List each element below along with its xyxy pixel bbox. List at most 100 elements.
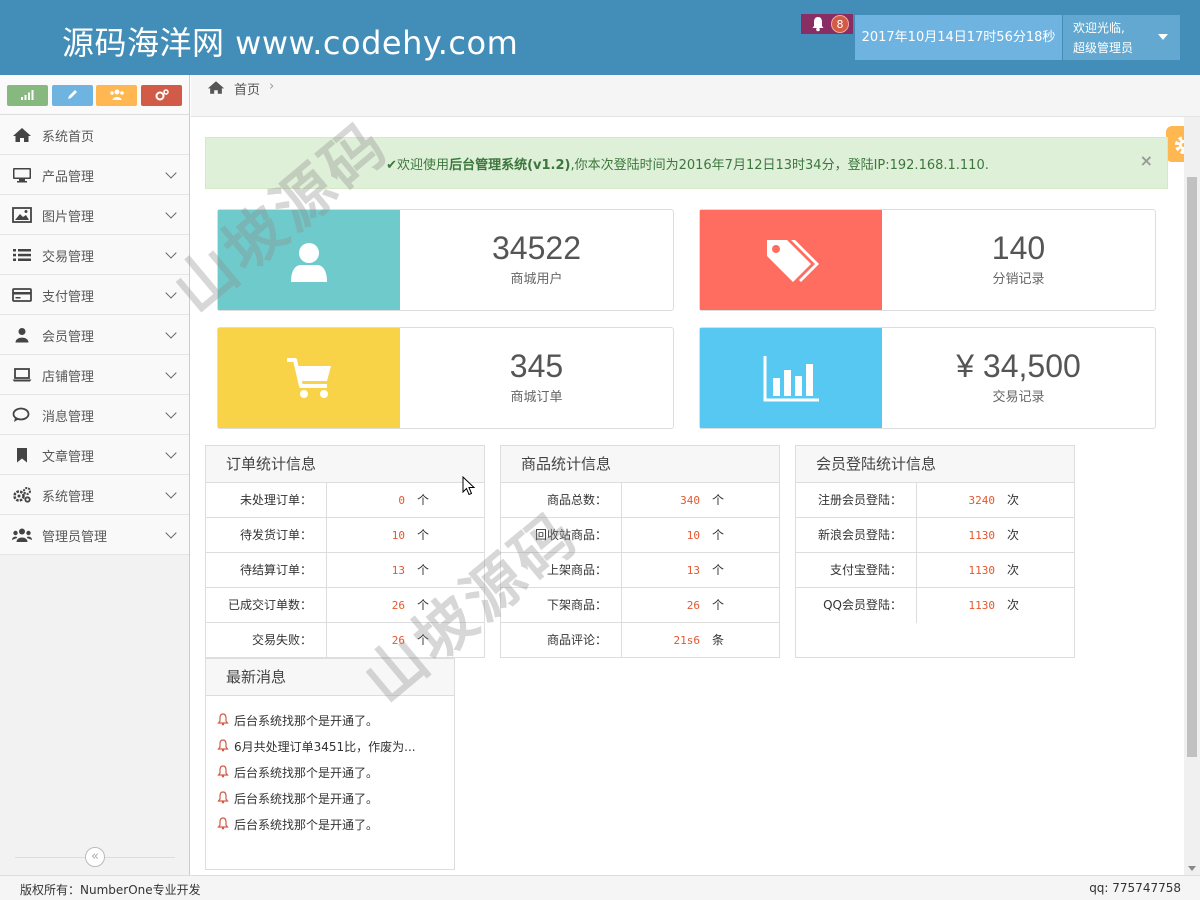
row-key: 下架商品： — [501, 588, 622, 623]
welcome-text: 欢迎光临, — [1073, 21, 1125, 35]
news-item[interactable]: 6月共处理订单3451比，作废为... — [206, 732, 454, 758]
panel-title: 最新消息 — [206, 659, 454, 696]
stat-card-icon-area — [218, 210, 400, 310]
stat-card-label: 商城订单 — [510, 390, 563, 405]
table-row: 交易失败： 26 个 — [206, 623, 484, 658]
sidebar-item-admins[interactable]: 管理员管理 — [0, 515, 189, 555]
top-navbar: 源码海洋网 www.codehy.com 8 2017年10月14日17时56分… — [0, 0, 1200, 75]
table-row: 未处理订单： 0 个 — [206, 483, 484, 518]
table-row: 商品评论： 21s6 条 — [501, 623, 779, 658]
table-row: QQ会员登陆： 1130 次 — [796, 588, 1074, 623]
sidebar-collapse-button[interactable]: « — [85, 847, 105, 867]
table-row: 支付宝登陆： 1130 次 — [796, 553, 1074, 588]
sidebar-item-label: 交易管理 — [42, 250, 95, 265]
desktop-icon — [13, 168, 31, 183]
stat-card-label: 商城用户 — [510, 272, 563, 287]
sidebar-item-payments[interactable]: 支付管理 — [0, 275, 189, 315]
stat-card-distribution[interactable]: 140 分销记录 — [699, 209, 1156, 311]
mouse-cursor-icon — [462, 476, 476, 496]
footer: 版权所有：NumberOne专业开发 qq: 775747758 — [0, 875, 1200, 900]
table-row: 上架商品： 13 个 — [501, 553, 779, 588]
scroll-down-arrow-icon[interactable] — [1188, 866, 1196, 871]
stat-card-transactions[interactable]: ¥ 34,500 交易记录 — [699, 327, 1156, 429]
caret-down-icon — [1158, 34, 1168, 40]
chevron-down-icon — [165, 447, 177, 459]
row-unit: 次 — [1007, 528, 1020, 542]
stat-card-label: 交易记录 — [992, 390, 1045, 405]
chevron-down-icon — [165, 527, 177, 539]
sidebar-item-members[interactable]: 会员管理 — [0, 315, 189, 355]
check-icon: ✔ — [386, 158, 398, 173]
chevron-down-icon — [165, 247, 177, 259]
member-login-stats-panel: 会员登陆统计信息 注册会员登陆： 3240 次 新浪会员登陆： 1130 次 支付宝登陆… — [795, 445, 1075, 658]
row-unit: 个 — [417, 528, 430, 542]
sidebar-item-stores[interactable]: 店铺管理 — [0, 355, 189, 395]
row-unit: 个 — [712, 528, 725, 542]
news-item-text: 后台系统找那个是开通了。 — [234, 766, 379, 780]
sidebar-item-articles[interactable]: 文章管理 — [0, 435, 189, 475]
sidebar-item-home[interactable]: 系统首页 — [0, 115, 189, 155]
alert-close-button[interactable]: × — [1140, 151, 1153, 170]
user-menu[interactable]: 欢迎光临, 超级管理员 — [1063, 15, 1180, 60]
sidebar-item-messages[interactable]: 消息管理 — [0, 395, 189, 435]
laptop-icon — [12, 368, 32, 382]
notification-badge: 8 — [831, 15, 849, 33]
news-item[interactable]: 后台系统找那个是开通了。 — [206, 706, 454, 732]
list-icon — [13, 249, 31, 261]
row-value: 13 — [686, 564, 700, 577]
sidebar-item-label: 图片管理 — [42, 210, 95, 225]
stat-card-value: ¥ 34,500 — [956, 348, 1081, 384]
row-value: 13 — [391, 564, 405, 577]
scrollbar-thumb[interactable] — [1187, 177, 1197, 757]
copyright-text: 版权所有：NumberOne专业开发 — [20, 883, 201, 897]
sidebar-item-label: 店铺管理 — [42, 370, 95, 385]
row-key: 注册会员登陆： — [796, 483, 917, 518]
table-row: 已成交订单数： 26 个 — [206, 588, 484, 623]
shortcut-stats-button[interactable] — [7, 85, 48, 106]
pencil-icon — [68, 90, 77, 99]
sidebar-item-transactions[interactable]: 交易管理 — [0, 235, 189, 275]
row-key: 待结算订单： — [206, 553, 327, 588]
bell-icon — [217, 765, 229, 778]
news-item[interactable]: 后台系统找那个是开通了。 — [206, 758, 454, 784]
row-value: 1130 — [968, 529, 996, 542]
main-scrollbar[interactable] — [1184, 117, 1200, 875]
shortcut-users-button[interactable] — [96, 85, 137, 106]
sidebar-item-label: 系统首页 — [42, 130, 95, 145]
chevron-down-icon — [165, 367, 177, 379]
sidebar-item-pictures[interactable]: 图片管理 — [0, 195, 189, 235]
sidebar-item-system[interactable]: 系统管理 — [0, 475, 189, 515]
stat-card-orders[interactable]: 345 商城订单 — [217, 327, 674, 429]
sidebar-shortcuts — [0, 75, 189, 115]
shortcut-settings-button[interactable] — [141, 85, 182, 106]
bell-icon — [217, 713, 229, 726]
table-row: 下架商品： 26 个 — [501, 588, 779, 623]
stat-card-users[interactable]: 34522 商城用户 — [217, 209, 674, 311]
cart-icon — [287, 358, 331, 398]
panel-title: 商品统计信息 — [501, 446, 779, 483]
sidebar-item-label: 消息管理 — [42, 410, 95, 425]
shortcut-edit-button[interactable] — [52, 85, 93, 106]
row-unit: 个 — [417, 493, 430, 507]
stat-card-value: 345 — [509, 348, 564, 384]
breadcrumb-home-link[interactable]: 首页 — [234, 79, 260, 98]
news-item[interactable]: 后台系统找那个是开通了。 — [206, 810, 454, 836]
sidebar: 系统首页 产品管理 图片管理 交易管理 支付管理 会员管理 店铺管理 消息管理 … — [0, 75, 190, 875]
news-item[interactable]: 后台系统找那个是开通了。 — [206, 784, 454, 810]
row-key: 待发货订单： — [206, 518, 327, 553]
row-key: 支付宝登陆： — [796, 553, 917, 588]
row-unit: 条 — [712, 633, 725, 647]
notification-button[interactable]: 8 — [801, 14, 853, 34]
site-logo[interactable]: 源码海洋网 www.codehy.com — [62, 18, 518, 64]
group-icon — [12, 528, 32, 542]
row-key: QQ会员登陆： — [796, 588, 917, 623]
row-key: 未处理订单： — [206, 483, 327, 518]
current-datetime: 2017年10月14日17时56分18秒 — [855, 15, 1062, 60]
row-value: 3240 — [968, 494, 996, 507]
sidebar-item-products[interactable]: 产品管理 — [0, 155, 189, 195]
bar-chart-icon — [763, 356, 819, 402]
cogs-icon — [155, 89, 169, 101]
row-value: 1130 — [968, 599, 996, 612]
signal-icon — [21, 90, 34, 100]
table-row: 商品总数： 340 个 — [501, 483, 779, 518]
